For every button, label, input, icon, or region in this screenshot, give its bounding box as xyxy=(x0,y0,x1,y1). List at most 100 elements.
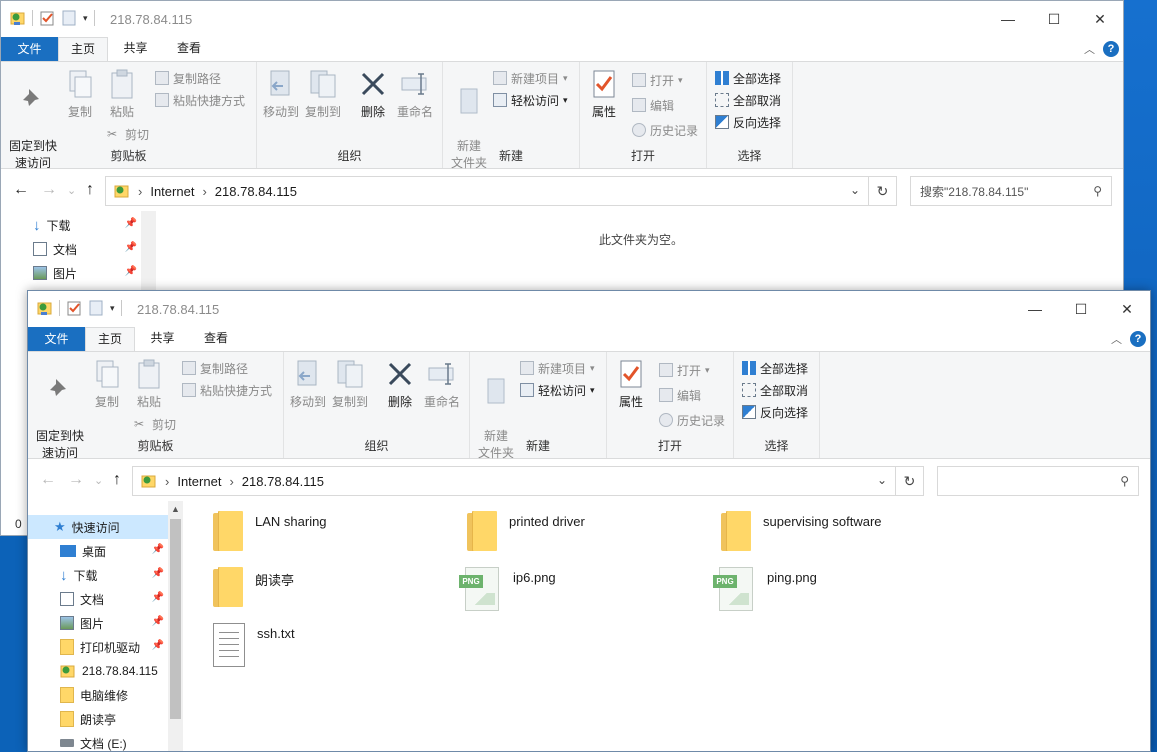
new-item-button[interactable]: 新建项目 ▾ xyxy=(520,358,595,378)
rename-button[interactable]: 重命名 xyxy=(393,68,437,121)
address-bar[interactable]: › Internet › 218.78.84.115 ⌄ xyxy=(132,466,896,496)
refresh-button[interactable]: ↻ xyxy=(896,466,924,496)
file-item[interactable]: LAN sharing xyxy=(213,511,327,551)
tab-view[interactable]: 查看 xyxy=(163,37,215,61)
nav-scrollbar[interactable]: ▲ xyxy=(168,501,183,751)
file-item[interactable]: printed driver xyxy=(467,511,585,551)
nav-item-pictures[interactable]: 图片 📌 xyxy=(1,261,141,285)
move-to-button[interactable]: 移动到 xyxy=(261,68,301,121)
nav-scrollbar[interactable] xyxy=(141,211,156,291)
delete-button[interactable]: 删除 xyxy=(382,358,418,411)
cut-button[interactable]: ✂ 剪切 xyxy=(107,124,149,144)
nav-item-downloads[interactable]: ↓ 下载 📌 xyxy=(28,563,168,587)
customize-dropdown-icon[interactable]: ▾ xyxy=(110,303,115,314)
nav-item-desktop[interactable]: 桌面 📌 xyxy=(28,539,168,563)
file-item[interactable]: 朗读亭 xyxy=(213,567,294,607)
breadcrumb-host[interactable]: 218.78.84.115 xyxy=(242,474,324,489)
properties-button[interactable]: 属性 xyxy=(613,358,649,411)
invert-selection-button[interactable]: 反向选择 xyxy=(715,112,781,132)
nav-item-reading-booth[interactable]: 朗读亭 xyxy=(28,707,168,731)
up-arrow-icon[interactable]: ↑ xyxy=(113,471,121,489)
forward-arrow-icon[interactable]: → xyxy=(41,181,57,199)
history-button[interactable]: 历史记录 xyxy=(659,410,725,430)
cut-button[interactable]: ✂ 剪切 xyxy=(134,414,176,434)
select-all-button[interactable]: 全部选择 xyxy=(742,358,808,378)
close-button[interactable]: ✕ xyxy=(1104,291,1150,327)
collapse-ribbon-icon[interactable]: ︿ xyxy=(1111,331,1122,347)
tab-view[interactable]: 查看 xyxy=(190,327,242,351)
easy-access-button[interactable]: 轻松访问 ▾ xyxy=(520,380,595,400)
minimize-button[interactable]: — xyxy=(1012,291,1058,327)
new-folder-qat-icon[interactable] xyxy=(88,300,104,316)
paste-button[interactable]: 粘贴 xyxy=(103,68,141,121)
nav-item-printer-driver[interactable]: 打印机驱动 📌 xyxy=(28,635,168,659)
move-to-button[interactable]: 移动到 xyxy=(288,358,328,411)
file-item[interactable]: PNG ip6.png xyxy=(459,567,556,611)
copy-to-button[interactable]: 复制到 xyxy=(303,68,343,121)
nav-item-documents[interactable]: 文档 📌 xyxy=(28,587,168,611)
nav-item-network-host[interactable]: 218.78.84.115 xyxy=(28,659,168,683)
paste-button[interactable]: 粘贴 xyxy=(130,358,168,411)
history-button[interactable]: 历史记录 xyxy=(632,120,698,140)
tab-file[interactable]: 文件 xyxy=(28,327,85,351)
open-button[interactable]: 打开 ▾ xyxy=(659,360,710,380)
chevron-down-icon[interactable]: ⌄ xyxy=(877,473,887,487)
chevron-down-icon[interactable]: ⌄ xyxy=(850,183,860,197)
title-bar[interactable]: ▾ 218.78.84.115 — ☐ ✕ xyxy=(1,1,1123,37)
properties-check-icon[interactable] xyxy=(39,10,55,26)
copy-button[interactable]: 复制 xyxy=(90,358,124,411)
nav-item-pictures[interactable]: 图片 📌 xyxy=(28,611,168,635)
copy-to-button[interactable]: 复制到 xyxy=(330,358,370,411)
file-content-area[interactable]: LAN sharing printed driver supervising s… xyxy=(183,501,1150,751)
help-icon[interactable]: ? xyxy=(1130,331,1146,347)
tab-home[interactable]: 主页 xyxy=(85,327,135,352)
new-item-button[interactable]: 新建项目 ▾ xyxy=(493,68,568,88)
tab-share[interactable]: 共享 xyxy=(108,37,163,61)
nav-item-pc-repair[interactable]: 电脑维修 xyxy=(28,683,168,707)
help-icon[interactable]: ? xyxy=(1103,41,1119,57)
select-all-button[interactable]: 全部选择 xyxy=(715,68,781,88)
maximize-button[interactable]: ☐ xyxy=(1058,291,1104,327)
edit-button[interactable]: 编辑 xyxy=(632,95,674,115)
copy-path-button[interactable]: 复制路径 xyxy=(182,358,248,378)
delete-button[interactable]: 删除 xyxy=(355,68,391,121)
select-none-button[interactable]: 全部取消 xyxy=(715,90,781,110)
copy-path-button[interactable]: 复制路径 xyxy=(155,68,221,88)
nav-item-downloads[interactable]: ↓ 下载 📌 xyxy=(1,213,141,237)
maximize-button[interactable]: ☐ xyxy=(1031,1,1077,37)
nav-item-drive-e[interactable]: 文档 (E:) xyxy=(28,731,168,751)
file-item[interactable]: PNG ping.png xyxy=(713,567,817,611)
search-input[interactable]: ⚲ xyxy=(937,466,1139,496)
open-button[interactable]: 打开 ▾ xyxy=(632,70,683,90)
close-button[interactable]: ✕ xyxy=(1077,1,1123,37)
customize-dropdown-icon[interactable]: ▾ xyxy=(83,13,88,24)
breadcrumb-host[interactable]: 218.78.84.115 xyxy=(215,184,297,199)
paste-shortcut-button[interactable]: 粘贴快捷方式 xyxy=(182,380,272,400)
nav-item-quick-access[interactable]: ★ 快速访问 xyxy=(28,515,168,539)
title-bar[interactable]: ▾ 218.78.84.115 — ☐ ✕ xyxy=(28,291,1150,327)
recent-dropdown-icon[interactable]: ⌄ xyxy=(67,184,76,197)
up-arrow-icon[interactable]: ↑ xyxy=(86,181,94,199)
copy-button[interactable]: 复制 xyxy=(63,68,97,121)
file-item[interactable]: ssh.txt xyxy=(213,623,295,667)
scrollbar-thumb[interactable] xyxy=(170,519,181,719)
rename-button[interactable]: 重命名 xyxy=(420,358,464,411)
breadcrumb-internet[interactable]: Internet xyxy=(177,474,221,489)
forward-arrow-icon[interactable]: → xyxy=(68,471,84,489)
recent-dropdown-icon[interactable]: ⌄ xyxy=(94,474,103,487)
tab-file[interactable]: 文件 xyxy=(1,37,58,61)
breadcrumb-internet[interactable]: Internet xyxy=(150,184,194,199)
tab-share[interactable]: 共享 xyxy=(135,327,190,351)
back-arrow-icon[interactable]: ← xyxy=(40,471,56,489)
new-folder-qat-icon[interactable] xyxy=(61,10,77,26)
select-none-button[interactable]: 全部取消 xyxy=(742,380,808,400)
back-arrow-icon[interactable]: ← xyxy=(13,181,29,199)
invert-selection-button[interactable]: 反向选择 xyxy=(742,402,808,422)
search-input[interactable]: 搜索"218.78.84.115" ⚲ xyxy=(910,176,1112,206)
properties-button[interactable]: 属性 xyxy=(586,68,622,121)
minimize-button[interactable]: — xyxy=(985,1,1031,37)
tab-home[interactable]: 主页 xyxy=(58,37,108,62)
explorer-window-front[interactable]: ▾ 218.78.84.115 — ☐ ✕ 文件 主页 共享 查看 ︿ ? 固定… xyxy=(27,290,1151,752)
scroll-up-icon[interactable]: ▲ xyxy=(168,501,183,517)
paste-shortcut-button[interactable]: 粘贴快捷方式 xyxy=(155,90,245,110)
